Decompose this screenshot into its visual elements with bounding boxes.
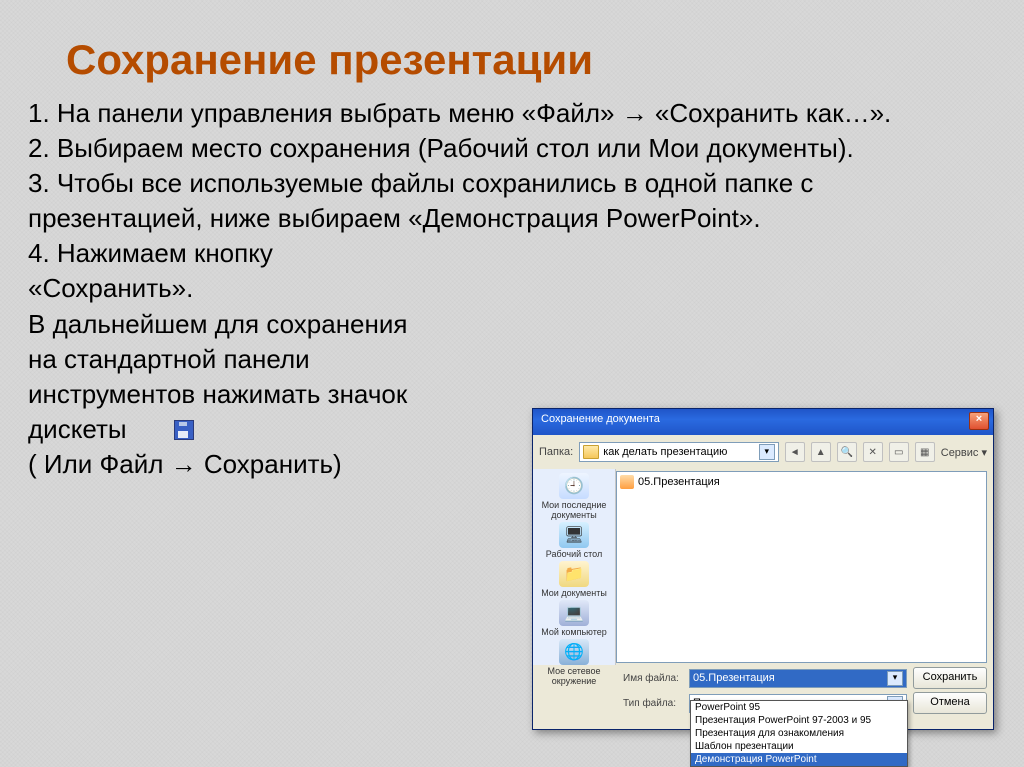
place-net-label: Мое сетевое окружение [537,666,611,686]
service-menu[interactable]: Сервис ▾ [941,446,987,459]
place-recent[interactable]: 🕘 Мои последние документы [537,473,611,520]
delete-button[interactable]: ✕ [863,442,883,462]
dialog-main: 🕘 Мои последние документы 🖥 Рабочий стол… [533,469,993,665]
up-button[interactable]: ▲ [811,442,831,462]
back-button[interactable]: ◄ [785,442,805,462]
folder-icon [583,445,599,459]
folder-icon: 📁 [559,561,589,587]
views-button[interactable]: ▦ [915,442,935,462]
note-line2: на стандартной панели [28,342,538,377]
cancel-button[interactable]: Отмена [913,692,987,714]
note-line4: дискеты [28,412,538,447]
dropdown-option[interactable]: Презентация для ознакомления [691,727,907,740]
computer-icon: 💻 [559,600,589,626]
step-2: 2. Выбираем место сохранения (Рабочий ст… [28,131,994,166]
place-desktop-label: Рабочий стол [537,549,611,559]
filename-input[interactable]: 05.Презентация ▾ [689,669,907,688]
note-line4-text: дискеты [28,414,127,444]
dropdown-option-highlighted[interactable]: Демонстрация PowerPoint [691,753,907,766]
filetype-dropdown-list[interactable]: PowerPoint 95 Презентация PowerPoint 97-… [690,700,908,767]
save-button[interactable]: Сохранить [913,667,987,689]
place-net[interactable]: 🌐 Мое сетевое окружение [537,639,611,686]
new-folder-button[interactable]: ▭ [889,442,909,462]
recent-icon: 🕘 [559,473,589,499]
desktop-icon: 🖥 [559,522,589,548]
place-pc-label: Мой компьютер [537,627,611,637]
close-button[interactable]: × [969,412,989,430]
filename-value: 05.Презентация [693,672,775,684]
list-item[interactable]: 05.Презентация [620,475,983,489]
filename-label: Имя файла: [623,673,683,684]
chevron-down-icon[interactable]: ▾ [887,671,903,686]
chevron-down-icon[interactable]: ▾ [759,444,775,460]
step-1: 1. На панели управления выбрать меню «Фа… [28,96,994,131]
slide-title: Сохранение презентации [0,0,1024,96]
place-docs-label: Мои документы [537,588,611,598]
place-docs[interactable]: 📁 Мои документы [537,561,611,598]
place-pc[interactable]: 💻 Мой компьютер [537,600,611,637]
file-list-pane[interactable]: 05.Презентация [616,471,987,663]
note-line1: В дальнейшем для сохранения [28,307,538,342]
save-dialog: Сохранение документа × Папка: как делать… [532,408,994,730]
filetype-label: Тип файла: [623,698,683,709]
folder-value: как делать презентацию [603,446,727,458]
file-name: 05.Презентация [638,476,720,488]
dropdown-option[interactable]: PowerPoint 95 [691,701,907,714]
dropdown-option[interactable]: Шаблон презентации [691,740,907,753]
folder-dropdown[interactable]: как делать презентацию ▾ [579,442,779,462]
place-recent-label: Мои последние документы [537,500,611,520]
step-4-line1: 4. Нажимаем кнопку [28,236,538,271]
places-bar: 🕘 Мои последние документы 🖥 Рабочий стол… [533,469,616,665]
network-icon: 🌐 [559,639,589,665]
dropdown-option[interactable]: Презентация PowerPoint 97-2003 и 95 [691,714,907,727]
dialog-title: Сохранение документа [541,413,660,425]
note-line3: инструментов нажимать значок [28,377,538,412]
place-desktop[interactable]: 🖥 Рабочий стол [537,522,611,559]
search-button[interactable]: 🔍 [837,442,857,462]
dialog-titlebar: Сохранение документа × [533,409,993,435]
step-3: 3. Чтобы все используемые файлы сохранил… [28,166,994,236]
diskette-icon [174,420,194,440]
note-line5: ( Или Файл → Сохранить) [28,447,538,482]
dialog-toolbar: Папка: как делать презентацию ▾ ◄ ▲ 🔍 ✕ … [533,435,993,469]
presentation-file-icon [620,475,634,489]
step-4-line2: «Сохранить». [28,271,538,306]
folder-label: Папка: [539,446,573,458]
